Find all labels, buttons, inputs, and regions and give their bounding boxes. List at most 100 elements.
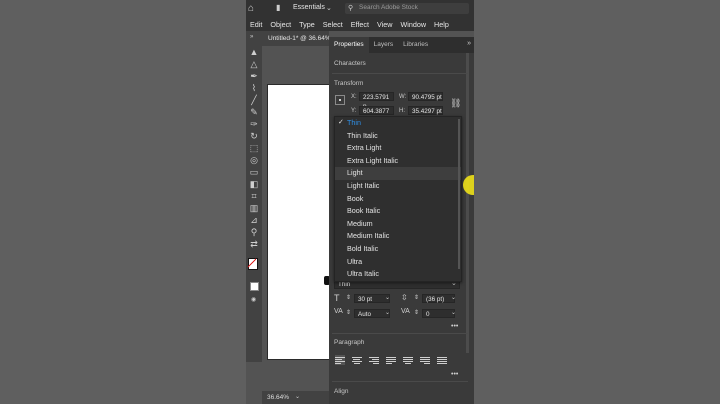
chevron-down-icon[interactable]: ⌄ bbox=[326, 4, 332, 12]
menu-edit[interactable]: Edit bbox=[246, 20, 266, 29]
stroke-swatch[interactable] bbox=[250, 282, 259, 291]
dropdown-option[interactable]: ✓ Thin bbox=[335, 117, 461, 130]
search-input[interactable]: Search Adobe Stock bbox=[359, 4, 418, 11]
dropdown-option[interactable]: Book Italic bbox=[335, 205, 461, 218]
document-tab[interactable]: Untitled-1* @ 36.64% bbox=[262, 31, 329, 46]
menu-help[interactable]: Help bbox=[430, 20, 453, 29]
menu-bar: Edit Object Type Select Effect View Wind… bbox=[246, 17, 474, 31]
tab-layers[interactable]: Layers bbox=[369, 37, 399, 53]
y-label: Y: bbox=[351, 108, 357, 114]
more-options-icon[interactable]: ••• bbox=[451, 323, 458, 330]
workspace-switcher[interactable]: Essentials bbox=[293, 4, 325, 11]
tab-libraries[interactable]: Libraries bbox=[398, 37, 433, 53]
x-field[interactable]: 223.5791 p bbox=[359, 92, 394, 110]
dropdown-option[interactable]: Extra Light bbox=[335, 142, 461, 155]
eyedropper-tool-icon[interactable]: ⊿ bbox=[246, 214, 262, 226]
reference-center-dot bbox=[339, 99, 341, 101]
gradient-tool-icon[interactable]: ◧ bbox=[246, 178, 262, 190]
dropdown-option[interactable]: Book bbox=[335, 193, 461, 206]
chevron-down-icon[interactable]: ⌄ bbox=[385, 309, 390, 316]
dropdown-option[interactable]: Light Italic bbox=[335, 180, 461, 193]
tab-properties[interactable]: Properties bbox=[329, 37, 369, 53]
stepper-icon[interactable]: ⇕ bbox=[346, 309, 351, 316]
menu-window[interactable]: Window bbox=[396, 20, 430, 29]
dropdown-option[interactable]: Light bbox=[335, 167, 461, 180]
menu-view[interactable]: View bbox=[373, 20, 396, 29]
selection-tool-icon[interactable]: ▲ bbox=[246, 46, 262, 58]
chevron-down-icon[interactable]: ⌄ bbox=[295, 391, 300, 404]
stepper-icon[interactable]: ⇕ bbox=[414, 294, 419, 301]
dropdown-option[interactable]: Medium Italic bbox=[335, 230, 461, 243]
home-icon[interactable]: ⌂ bbox=[248, 3, 254, 14]
kerning-icon: VA bbox=[334, 308, 343, 315]
y-field[interactable]: 604.3877 p bbox=[359, 106, 394, 124]
align-header: Align bbox=[334, 388, 349, 395]
w-field[interactable]: 90.4795 pt bbox=[408, 92, 443, 101]
direct-selection-tool-icon[interactable]: △ bbox=[246, 58, 262, 70]
pencil-tool-icon[interactable]: ✎ bbox=[246, 106, 262, 118]
panel-scrollbar[interactable] bbox=[466, 53, 469, 353]
align-center-icon[interactable] bbox=[352, 355, 362, 365]
properties-panel: Properties Layers Libraries » Characters… bbox=[329, 37, 474, 404]
shape-builder-icon[interactable]: ◎ bbox=[246, 154, 262, 166]
dropdown-scrollbar[interactable] bbox=[458, 119, 460, 269]
transform-header: Transform bbox=[334, 80, 364, 87]
brush-tool-icon[interactable]: ✑ bbox=[246, 118, 262, 130]
chevron-down-icon[interactable]: ⌄ bbox=[385, 294, 390, 301]
pen-tool-icon[interactable]: ✒ bbox=[246, 70, 262, 82]
artboard[interactable] bbox=[267, 84, 333, 360]
dropdown-option[interactable]: Ultra bbox=[335, 256, 461, 269]
tracking-icon: VA bbox=[401, 308, 410, 315]
chevron-down-icon[interactable]: ⌄ bbox=[451, 309, 456, 316]
menu-select[interactable]: Select bbox=[319, 20, 347, 29]
free-transform-icon[interactable]: ⬚ bbox=[246, 142, 262, 154]
menu-effect[interactable]: Effect bbox=[347, 20, 373, 29]
divider bbox=[332, 73, 468, 74]
panel-menu-icon[interactable]: » bbox=[467, 40, 471, 47]
font-size-icon: T bbox=[334, 293, 340, 303]
paragraph-align-row bbox=[335, 355, 447, 365]
reference-point-icon[interactable] bbox=[335, 95, 345, 105]
constrain-proportions-icon[interactable]: ⛓ bbox=[450, 98, 461, 109]
align-left-icon[interactable] bbox=[335, 355, 345, 365]
zoom-level[interactable]: 36.64% bbox=[267, 391, 289, 404]
zoom-tool-icon[interactable]: ⚲ bbox=[246, 226, 262, 238]
h-field[interactable]: 35.4297 pt bbox=[408, 106, 443, 115]
divider bbox=[332, 333, 468, 334]
stock-search[interactable]: ⚲ Search Adobe Stock bbox=[345, 3, 469, 14]
justify-left-icon[interactable] bbox=[386, 355, 396, 365]
dropdown-option[interactable]: Thin Italic bbox=[335, 130, 461, 143]
collapse-icon[interactable]: » bbox=[250, 34, 253, 40]
curvature-tool-icon[interactable]: ⌇ bbox=[246, 82, 262, 94]
align-right-icon[interactable] bbox=[369, 355, 379, 365]
graph-tool-icon[interactable]: ▥ bbox=[246, 202, 262, 214]
w-label: W: bbox=[399, 94, 407, 100]
stepper-icon[interactable]: ⇕ bbox=[414, 309, 419, 316]
justify-right-icon[interactable] bbox=[420, 355, 430, 365]
stepper-icon[interactable]: ⇕ bbox=[346, 294, 351, 301]
dropdown-option[interactable]: Ultra Italic bbox=[335, 268, 461, 281]
paragraph-header: Paragraph bbox=[334, 339, 365, 346]
dropdown-option[interactable]: Bold Italic bbox=[335, 243, 461, 256]
menu-object[interactable]: Object bbox=[266, 20, 295, 29]
mesh-tool-icon[interactable]: ⌗ bbox=[246, 190, 262, 202]
font-style-dropdown: ✓ Thin Thin Italic Extra Light Extra Lig… bbox=[334, 116, 462, 282]
canvas[interactable] bbox=[262, 46, 333, 390]
none-fill-icon bbox=[248, 258, 256, 268]
drawing-mode-icon[interactable]: ◉ bbox=[251, 296, 256, 303]
h-label: H: bbox=[399, 108, 405, 114]
dropdown-option[interactable]: Medium bbox=[335, 218, 461, 231]
justify-all-icon[interactable] bbox=[437, 355, 447, 365]
more-options-icon[interactable]: ••• bbox=[451, 371, 458, 378]
dropdown-option[interactable]: Extra Light Italic bbox=[335, 155, 461, 168]
panel-tabs: Properties Layers Libraries » bbox=[329, 37, 474, 53]
x-label: X: bbox=[351, 94, 357, 100]
justify-center-icon[interactable] bbox=[403, 355, 413, 365]
line-tool-icon[interactable]: ╱ bbox=[246, 94, 262, 106]
swap-colors-icon[interactable]: ⇄ bbox=[246, 238, 262, 250]
menu-type[interactable]: Type bbox=[295, 20, 319, 29]
rectangle-tool-icon[interactable]: ▭ bbox=[246, 166, 262, 178]
rotate-tool-icon[interactable]: ↻ bbox=[246, 130, 262, 142]
arrange-documents-icon[interactable]: ▮ bbox=[276, 3, 280, 12]
chevron-down-icon[interactable]: ⌄ bbox=[451, 294, 456, 301]
